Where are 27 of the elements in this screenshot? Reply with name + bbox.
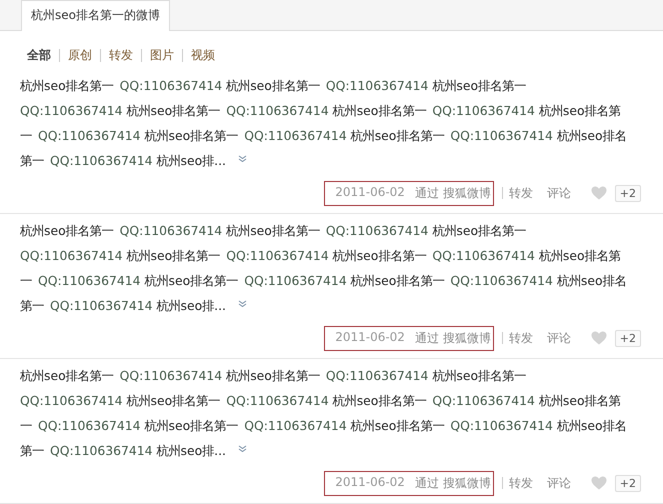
post-date: 2011-06-02 [335,184,405,200]
expand-icon[interactable] [238,155,247,162]
post-text: 杭州seo排名第一 QQ:1106367414 杭州seo排名第一 QQ:1106367414 杭州seo排名第一 QQ:1106367414 杭州seo排名第一 QQ:1106367414 杭州seo排名第一 QQ:1106367414 杭州seo排名第一 QQ:1106367414 杭州seo排名第一 QQ:1106367414 杭州seo排名第一 QQ:1106367414 杭州seo排名第一 QQ:1106367414 杭州seo排... [20,222,628,315]
filter-tab[interactable]: 图片 [141,48,182,62]
plus-one-button[interactable]: +2 [614,330,641,346]
plus-one-button[interactable]: +2 [614,184,641,202]
source-link[interactable]: 通过 搜狐微博 [414,184,491,202]
source-link[interactable]: 通过 搜狐微博 [414,330,491,346]
comment-link[interactable]: 评论 [546,330,571,346]
post-text: 杭州seo排名第一 QQ:1106367414 杭州seo排名第一 QQ:1106367414 杭州seo排名第一 QQ:1106367414 杭州seo排名第一 QQ:1106367414 杭州seo排名第一 QQ:1106367414 杭州seo排名第一 QQ:1106367414 杭州seo排名第一 QQ:1106367414 杭州seo排名第一 QQ:1106367414 杭州seo排名第一 QQ:1106367414 杭州seo排... [20,367,628,460]
post-date: 2011-06-02 [335,474,405,490]
comment-link[interactable]: 评论 [546,184,571,202]
filter-tab[interactable]: 转发 [100,48,141,62]
post-text: 杭州seo排名第一 QQ:1106367414 杭州seo排名第一 QQ:1106367414 杭州seo排名第一 QQ:1106367414 杭州seo排名第一 QQ:1106367414 杭州seo排名第一 QQ:1106367414 杭州seo排名第一 QQ:1106367414 杭州seo排名第一 QQ:1106367414 杭州seo排名第一 QQ:1106367414 杭州seo排名第一 QQ:1106367414 杭州seo排... [20,77,628,170]
page-tab[interactable]: 杭州seo排名第一的微博 [21,0,170,31]
comment-link[interactable]: 评论 [546,474,571,492]
repost-link[interactable]: 转发 [502,187,533,199]
source-link[interactable]: 通过 搜狐微博 [414,474,491,492]
filter-tab[interactable]: 视频 [182,48,223,62]
post-date: 2011-06-02 [335,330,405,346]
repost-link[interactable]: 转发 [502,332,533,344]
plus-one-button[interactable]: +2 [614,474,641,492]
filter-tab[interactable]: 全部 [27,48,59,62]
repost-link[interactable]: 转发 [502,477,533,489]
expand-icon[interactable] [238,300,247,307]
filter-tab[interactable]: 原创 [59,48,100,62]
expand-icon[interactable] [238,445,247,452]
